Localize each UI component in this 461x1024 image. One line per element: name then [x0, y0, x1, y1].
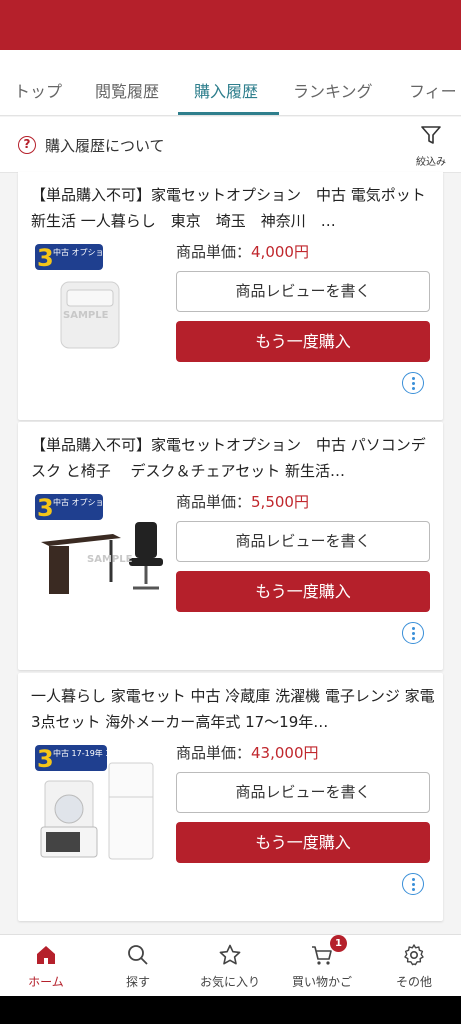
- svg-text:3: 3: [37, 494, 54, 522]
- write-review-button[interactable]: 商品レビューを書く: [176, 271, 430, 312]
- tab-browsing-history[interactable]: 閲覧履歴: [95, 78, 159, 102]
- purchase-item-card: 【単品購入不可】家電セットオプション 中古 電気ポット 新生活 一人暮らし 東京…: [18, 172, 443, 420]
- home-icon: [37, 946, 55, 964]
- unit-price: 商品単価：4,000円: [176, 241, 309, 262]
- image-badge-text: 中古 オプション 3点セット: [53, 247, 151, 257]
- nav-other[interactable]: その他: [368, 935, 460, 997]
- tab-feed[interactable]: フィー: [409, 78, 457, 102]
- help-link[interactable]: 購入履歴について: [45, 135, 165, 156]
- svg-text:3: 3: [37, 745, 54, 773]
- nav-other-label: その他: [395, 975, 432, 989]
- price-label: 商品単価：: [176, 744, 252, 762]
- filter-icon[interactable]: [419, 123, 443, 147]
- more-options-icon[interactable]: [402, 873, 424, 895]
- price-label: 商品単価：: [176, 243, 252, 261]
- nav-favorites-label: お気に入り: [199, 975, 260, 989]
- search-icon: [128, 945, 148, 965]
- write-review-button[interactable]: 商品レビューを書く: [176, 521, 430, 562]
- nav-home[interactable]: ホーム: [0, 935, 92, 997]
- bottom-navigation: ホーム 探す お気に入り 1 買い物かご その他: [0, 934, 461, 996]
- product-image-desk-chair[interactable]: 3 中古 オプション 3点セット SAMPLE: [31, 492, 181, 612]
- product-image-electric-pot[interactable]: 3 中古 オプション 3点セット SAMPLE: [31, 242, 181, 362]
- purchase-item-card: 【単品購入不可】家電セットオプション 中古 パソコンデスク と椅子 デスク＆チェ…: [18, 422, 443, 670]
- sample-watermark: SAMPLE: [63, 310, 109, 321]
- nav-search[interactable]: 探す: [92, 935, 184, 997]
- image-badge-text: 中古 オプション 3点セット: [53, 497, 151, 507]
- product-image-appliance-set[interactable]: 3 中古 17-19年 3点セット: [31, 743, 181, 863]
- price-value: 5,500円: [251, 493, 309, 511]
- tab-purchase-history[interactable]: 購入履歴: [194, 78, 258, 102]
- tab-top[interactable]: トップ: [14, 78, 62, 102]
- cart-badge: 1: [330, 935, 347, 952]
- nav-search-label: 探す: [125, 975, 150, 989]
- buy-again-button[interactable]: もう一度購入: [176, 321, 430, 362]
- nav-cart[interactable]: 1 買い物かご: [276, 935, 368, 997]
- nav-home-label: ホーム: [28, 975, 64, 989]
- app-header: [0, 0, 461, 50]
- purchase-history-info-bar: ? 購入履歴について 絞込み: [0, 117, 461, 173]
- price-value: 43,000円: [251, 744, 319, 762]
- star-icon: [219, 944, 241, 965]
- more-options-icon[interactable]: [402, 372, 424, 394]
- gear-icon: [404, 944, 424, 966]
- active-tab-indicator: [178, 112, 279, 115]
- unit-price: 商品単価：43,000円: [176, 742, 319, 763]
- price-label: 商品単価：: [176, 493, 252, 511]
- purchase-item-card: 一人暮らし 家電セット 中古 冷蔵庫 洗濯機 電子レンジ 家電3点セット 海外メ…: [18, 673, 443, 921]
- system-navigation-bar: [0, 996, 461, 1024]
- help-icon[interactable]: ?: [18, 136, 36, 154]
- svg-text:3: 3: [37, 244, 54, 272]
- tab-bar: トップ 閲覧履歴 購入履歴 ランキング フィー: [0, 50, 461, 116]
- image-badge-text: 中古 17-19年 3点セット: [53, 748, 142, 758]
- write-review-button[interactable]: 商品レビューを書く: [176, 772, 430, 813]
- nav-cart-label: 買い物かご: [291, 975, 352, 989]
- price-value: 4,000円: [251, 243, 309, 261]
- product-title[interactable]: 【単品購入不可】家電セットオプション 中古 電気ポット 新生活 一人暮らし 東京…: [31, 182, 435, 234]
- buy-again-button[interactable]: もう一度購入: [176, 822, 430, 863]
- buy-again-button[interactable]: もう一度購入: [176, 571, 430, 612]
- product-title[interactable]: 一人暮らし 家電セット 中古 冷蔵庫 洗濯機 電子レンジ 家電3点セット 海外メ…: [31, 683, 435, 735]
- nav-favorites[interactable]: お気に入り: [184, 935, 276, 997]
- tab-ranking[interactable]: ランキング: [293, 78, 373, 102]
- product-title[interactable]: 【単品購入不可】家電セットオプション 中古 パソコンデスク と椅子 デスク＆チェ…: [31, 432, 435, 484]
- sample-watermark: SAMPLE: [87, 554, 133, 565]
- unit-price: 商品単価：5,500円: [176, 491, 309, 512]
- filter-label[interactable]: 絞込み: [411, 153, 451, 168]
- more-options-icon[interactable]: [402, 622, 424, 644]
